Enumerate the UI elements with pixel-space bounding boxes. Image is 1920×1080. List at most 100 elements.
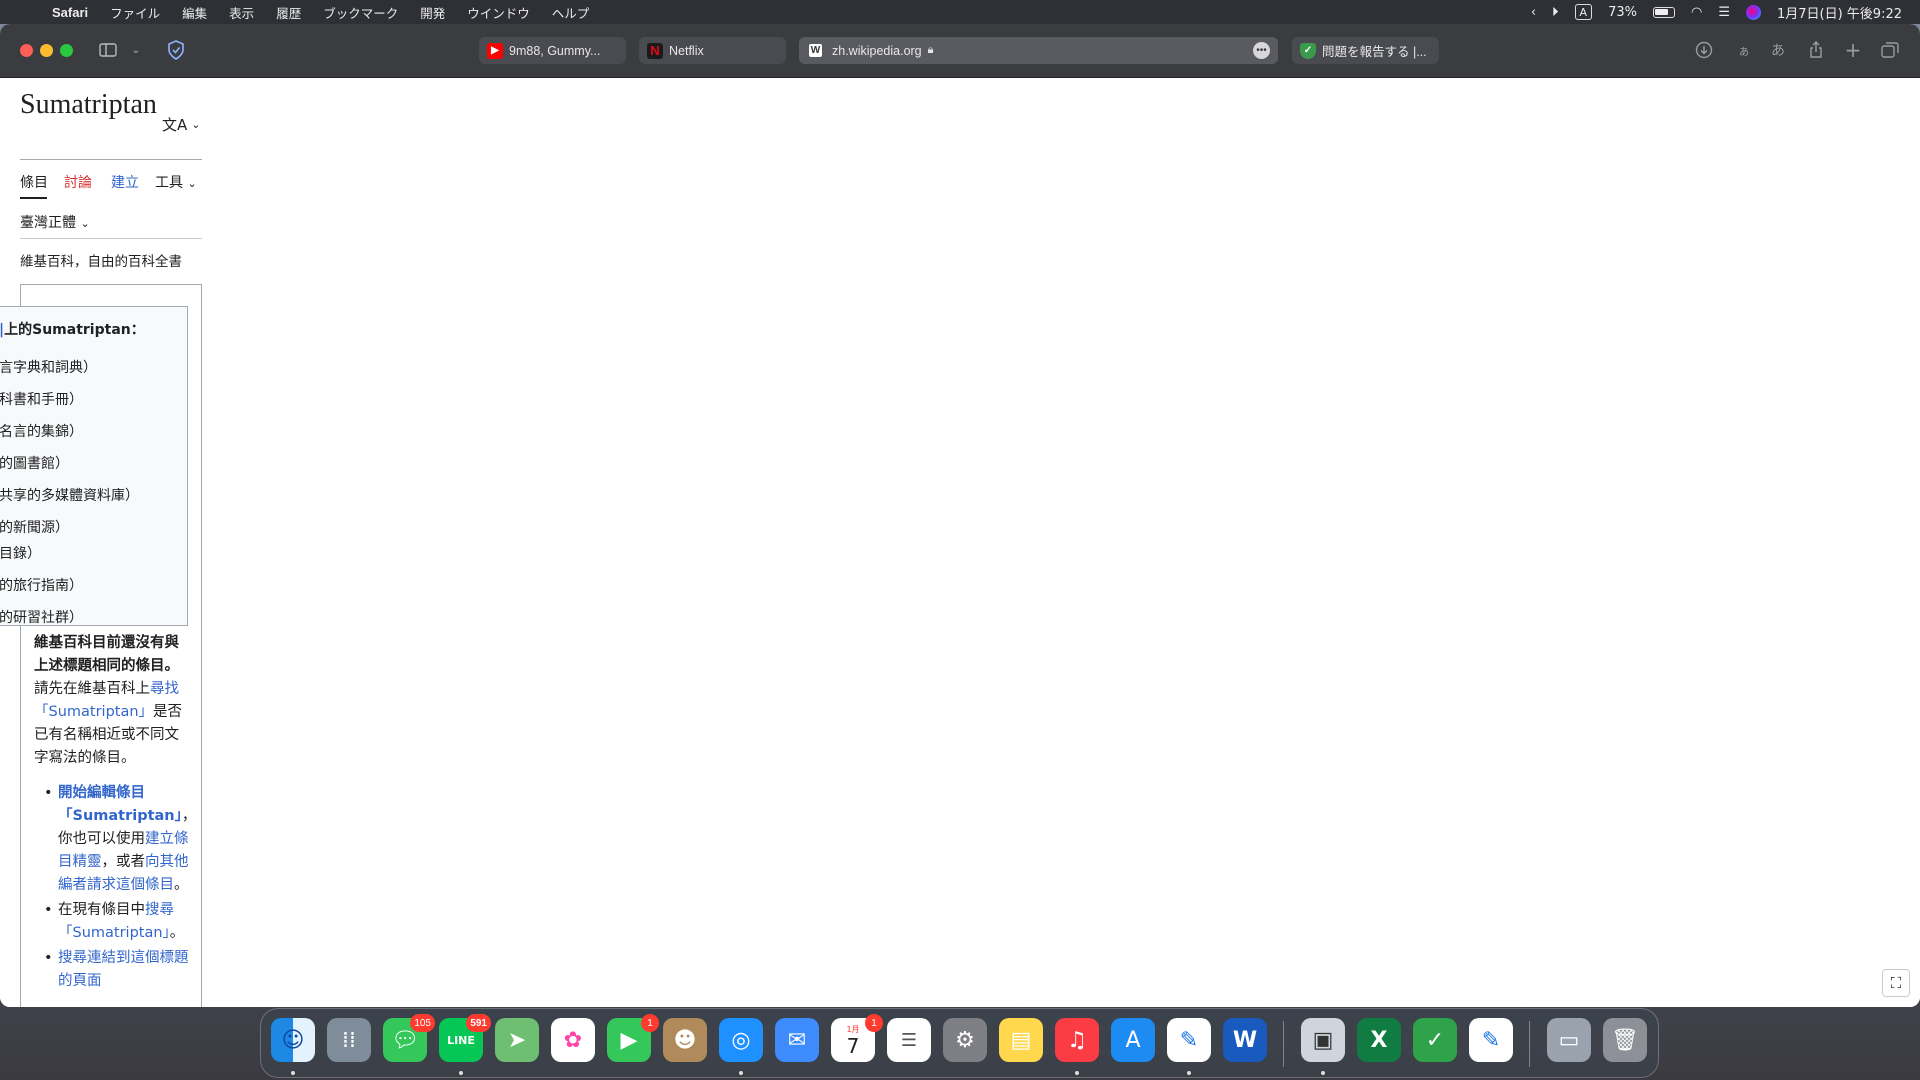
tab-article[interactable]: 條目: [20, 172, 48, 192]
reminders-icon[interactable]: ☰: [887, 1018, 931, 1062]
app-store-icon[interactable]: A: [1111, 1018, 1155, 1062]
tab-create[interactable]: 建立: [111, 172, 139, 192]
chevron-down-icon[interactable]: ⌄: [124, 38, 148, 62]
line-icon[interactable]: LINE 591: [439, 1014, 491, 1062]
menu-window[interactable]: ウインドウ: [467, 3, 530, 22]
word-icon[interactable]: W: [1223, 1018, 1267, 1062]
sidebar-toggle-icon[interactable]: [96, 38, 120, 62]
tab-talk[interactable]: 討論: [64, 172, 92, 192]
notice-bold-text: 維基百科目前還沒有與上述標題相同的條目。: [34, 635, 179, 674]
sister-project-item[interactable]: 科書和手冊）: [0, 389, 83, 409]
safari-icon[interactable]: ◎: [719, 1018, 763, 1062]
download-icon[interactable]: [1692, 38, 1716, 62]
menu-edit[interactable]: 編集: [182, 3, 207, 22]
launchpad-icon[interactable]: ⁞⁞: [327, 1018, 371, 1062]
window-zoom-button[interactable]: [60, 44, 73, 57]
sister-heading-text: 上的Sumatriptan：: [4, 322, 145, 338]
browser-toolbar: ⌄ ▶ 9m88, Gummy... N Netflix W zh.wikipe…: [0, 24, 1920, 78]
tab-youtube[interactable]: ▶ 9m88, Gummy...: [479, 37, 626, 64]
menu-help[interactable]: ヘルプ: [552, 3, 590, 22]
freeform-doc-icon[interactable]: ✎: [1469, 1018, 1513, 1062]
wikipedia-icon: W: [809, 44, 822, 57]
variant-label: 臺灣正體: [20, 215, 76, 231]
music-icon[interactable]: ♫: [1055, 1018, 1099, 1062]
excel-icon[interactable]: X: [1357, 1018, 1401, 1062]
battery-percent: 73%: [1608, 4, 1637, 20]
freeform-icon[interactable]: ✎: [1167, 1018, 1211, 1062]
adguard-icon[interactable]: ✓: [1413, 1018, 1457, 1062]
language-selector[interactable]: 文A ⌄: [162, 114, 200, 135]
tab-label: 9m88, Gummy...: [509, 43, 601, 58]
lock-icon: 🔒︎: [927, 44, 934, 56]
dock-separator: [1283, 1021, 1284, 1067]
play-circle-icon[interactable]: ⏵: [1552, 4, 1559, 20]
downloads-stack-icon[interactable]: ▭: [1547, 1018, 1591, 1062]
calendar-icon[interactable]: 1月 7 1: [831, 1014, 883, 1062]
tab-wikipedia-address[interactable]: W zh.wikipedia.org 🔒︎ •••: [799, 37, 1278, 64]
contacts-icon[interactable]: ☻: [663, 1018, 707, 1062]
translate-icon: 文A: [162, 116, 188, 134]
privacy-shield-icon[interactable]: [164, 38, 188, 62]
menubar-clock[interactable]: 1月7日(日) 午後9:22: [1777, 4, 1902, 22]
sister-project-item[interactable]: 的旅行指南）: [0, 575, 83, 595]
notice-text: ，或者: [101, 854, 146, 870]
hiragana-small-icon[interactable]: ぁ: [1732, 38, 1756, 62]
start-editing-link[interactable]: 開始編輯條目「Sumatriptan」: [58, 785, 182, 824]
netflix-icon: N: [647, 42, 663, 59]
sister-project-item[interactable]: 的新聞源）: [0, 517, 69, 537]
hiragana-icon[interactable]: あ: [1766, 38, 1790, 62]
input-source-indicator[interactable]: A: [1574, 4, 1593, 20]
mail-icon[interactable]: ✉: [775, 1018, 819, 1062]
sister-project-item[interactable]: 共享的多媒體資料庫）: [0, 485, 139, 505]
variant-selector[interactable]: 臺灣正體 ⌄: [20, 212, 90, 232]
dock: ☺ ⁞⁞ 💬︎ 105 LINE 591 ➤ ✿ ▶ 1 ☻ ◎ ✉ 1月 7 1 ☰…: [260, 1008, 1659, 1078]
more-options-icon[interactable]: •••: [1253, 42, 1270, 59]
sister-project-item[interactable]: 言字典和詞典）: [0, 357, 97, 377]
window-minimize-button[interactable]: [40, 44, 53, 57]
line-badge: 591: [466, 1014, 491, 1032]
tools-dropdown[interactable]: 工具 ⌄: [155, 172, 197, 192]
running-indicator: [459, 1071, 463, 1075]
app-menu[interactable]: Safari: [52, 5, 88, 20]
tab-overview-icon[interactable]: [1878, 38, 1902, 62]
what-links-here-link[interactable]: 搜尋連結到這個標題的頁面: [58, 950, 189, 989]
tools-label: 工具: [155, 175, 183, 191]
notice-text: 在現有條目中: [58, 902, 145, 918]
share-icon[interactable]: [1804, 38, 1828, 62]
trash-icon[interactable]: 🗑︎: [1603, 1018, 1647, 1062]
menu-history[interactable]: 履歴: [276, 3, 301, 22]
list-item: 在現有條目中搜尋「Sumatriptan」。: [34, 899, 190, 945]
address-text[interactable]: zh.wikipedia.org: [832, 44, 922, 58]
control-center-icon[interactable]: ☰: [1718, 4, 1730, 20]
web-page-content: Sumatriptan 文A ⌄ 條目 討論 建立 工具 ⌄ 臺灣正體 ⌄ 維基…: [0, 78, 1920, 1007]
tab-report-issue[interactable]: ✓ 問題を報告する |...: [1292, 37, 1439, 64]
wifi-icon[interactable]: ◠: [1691, 4, 1702, 20]
missing-article-notice: 維基百科目前還沒有與上述標題相同的條目。請先在維基百科上尋找「Sumatript…: [34, 632, 196, 995]
fullscreen-button[interactable]: ⛶: [1882, 969, 1910, 997]
tab-netflix[interactable]: N Netflix: [639, 37, 786, 64]
facetime-icon[interactable]: ▶ 1: [607, 1014, 659, 1062]
sister-project-item[interactable]: 名言的集錦）: [0, 421, 83, 441]
sister-project-item[interactable]: 的研習社群）: [0, 607, 83, 625]
siri-icon[interactable]: [1745, 4, 1761, 20]
battery-icon[interactable]: [1652, 6, 1675, 18]
calendar-badge: 1: [865, 1014, 883, 1032]
maps-icon[interactable]: ➤: [495, 1018, 539, 1062]
menu-file[interactable]: ファイル: [110, 3, 160, 22]
finder-icon[interactable]: ☺: [271, 1018, 315, 1062]
photos-icon[interactable]: ✿: [551, 1018, 595, 1062]
chevron-left-icon[interactable]: ‹: [1531, 4, 1536, 20]
sister-project-item[interactable]: 的圖書館）: [0, 453, 69, 473]
running-indicator: [1187, 1071, 1191, 1075]
notes-icon[interactable]: ▤: [999, 1018, 1043, 1062]
preview-icon[interactable]: ▣: [1301, 1018, 1345, 1062]
new-tab-icon[interactable]: +: [1841, 38, 1865, 62]
sister-project-item[interactable]: 目錄）: [0, 543, 41, 563]
menu-bookmarks[interactable]: ブックマーク: [323, 3, 398, 22]
system-settings-icon[interactable]: ⚙: [943, 1018, 987, 1062]
messages-icon[interactable]: 💬︎ 105: [383, 1014, 435, 1062]
window-close-button[interactable]: [20, 44, 33, 57]
menu-view[interactable]: 表示: [229, 3, 254, 22]
menu-develop[interactable]: 開発: [420, 3, 445, 22]
tab-label: 問題を報告する |...: [1322, 45, 1427, 59]
